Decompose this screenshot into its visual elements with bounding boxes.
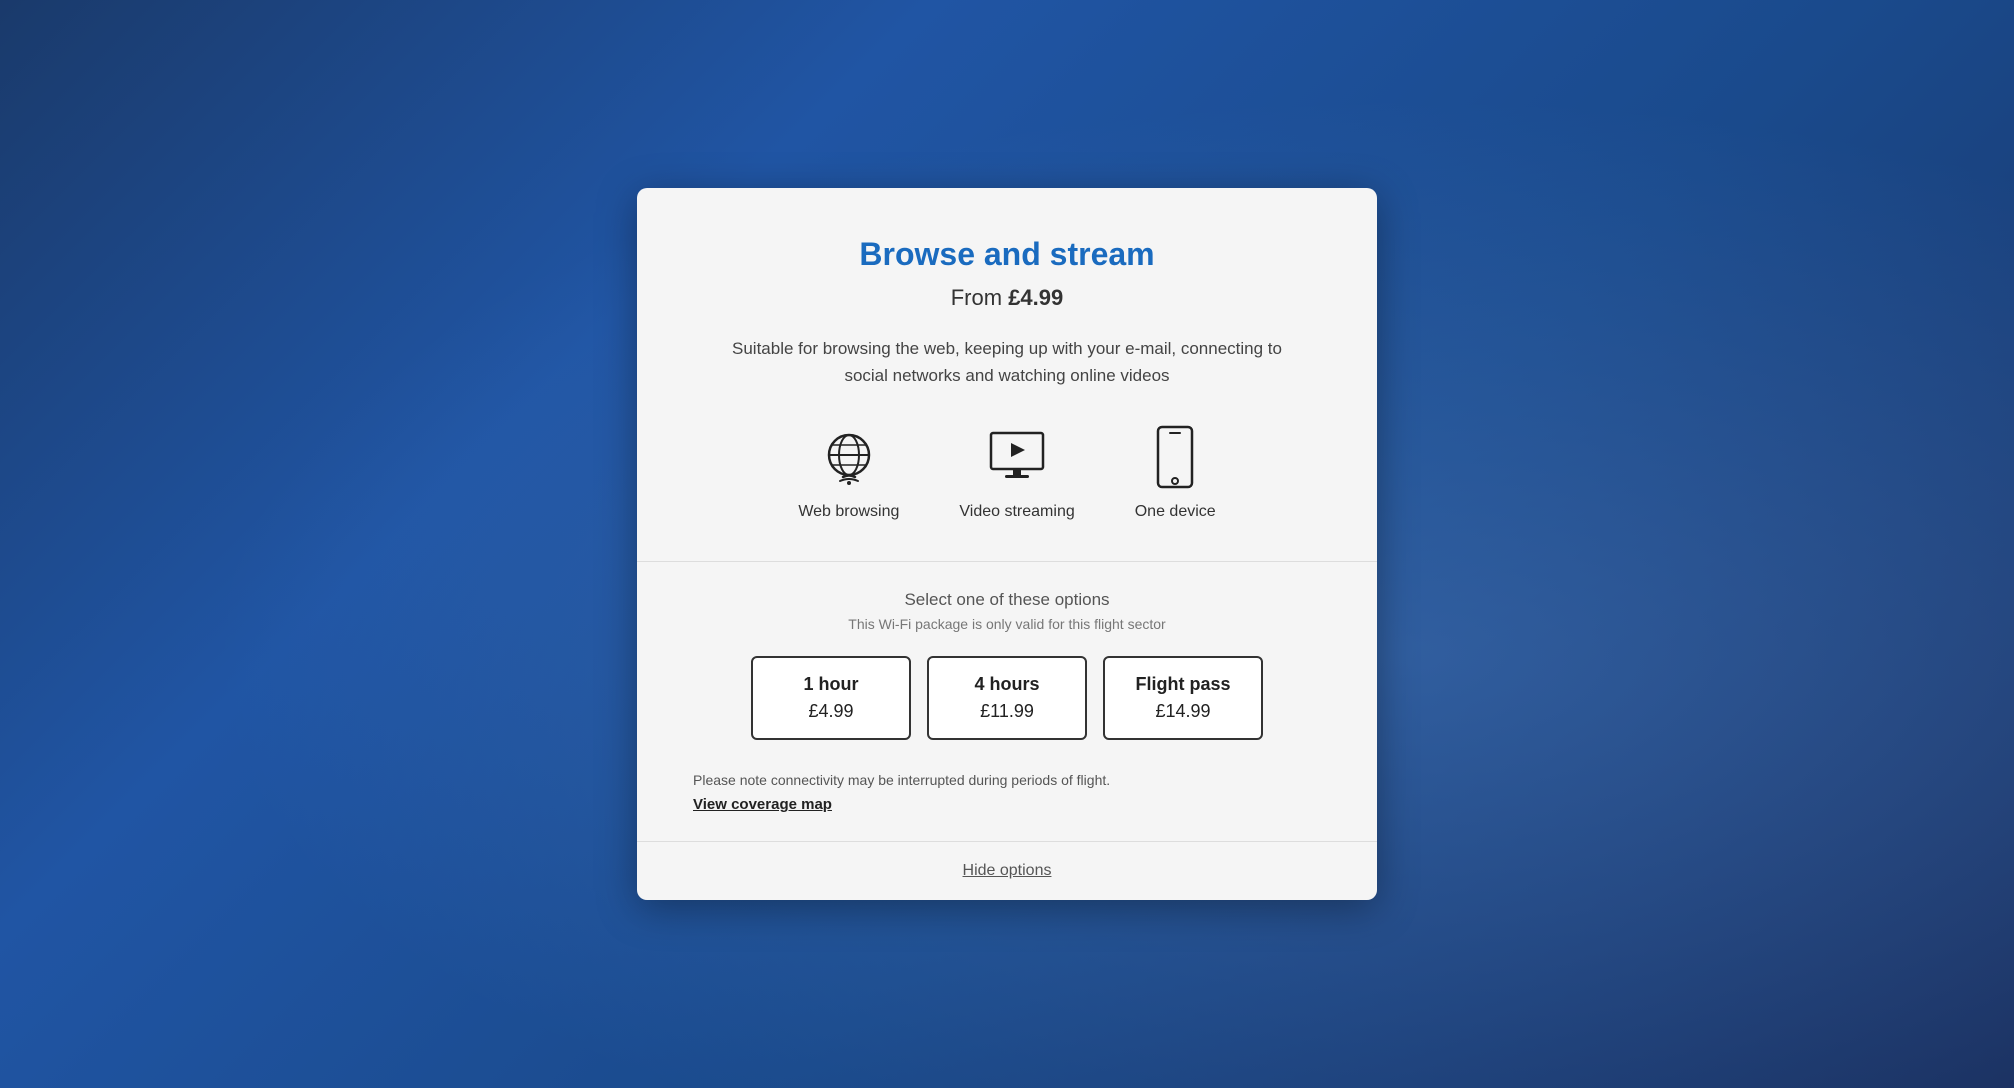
device-icon	[1143, 425, 1207, 489]
hide-options-link[interactable]: Hide options	[963, 862, 1052, 879]
option-4hours[interactable]: 4 hours £11.99	[927, 656, 1087, 740]
feature-video-streaming: Video streaming	[959, 425, 1074, 521]
select-sublabel: This Wi-Fi package is only valid for thi…	[693, 616, 1321, 632]
price-value: £4.99	[1008, 285, 1063, 310]
option-flight-pass-duration: Flight pass	[1135, 674, 1230, 695]
feature-web-browsing: Web browsing	[798, 425, 899, 521]
connectivity-note: Please note connectivity may be interrup…	[693, 772, 1321, 788]
modal-footer: Hide options	[637, 841, 1377, 900]
feature-one-device: One device	[1135, 425, 1216, 521]
option-flight-pass-price: £14.99	[1155, 701, 1210, 722]
modal-title: Browse and stream	[693, 236, 1321, 273]
video-icon	[985, 425, 1049, 489]
modal-price: From £4.99	[693, 285, 1321, 311]
browse-stream-modal: Browse and stream From £4.99 Suitable fo…	[637, 188, 1377, 900]
option-4hours-duration: 4 hours	[974, 674, 1039, 695]
modal-description: Suitable for browsing the web, keeping u…	[693, 335, 1321, 389]
coverage-map-link[interactable]: View coverage map	[693, 796, 832, 813]
options-row: 1 hour £4.99 4 hours £11.99 Flight pass …	[693, 656, 1321, 740]
option-flight-pass[interactable]: Flight pass £14.99	[1103, 656, 1263, 740]
select-label: Select one of these options	[693, 590, 1321, 610]
option-1hour-price: £4.99	[808, 701, 853, 722]
section-divider	[637, 561, 1377, 562]
price-prefix: From	[951, 285, 1008, 310]
one-device-label: One device	[1135, 503, 1216, 521]
video-streaming-label: Video streaming	[959, 503, 1074, 521]
option-1hour[interactable]: 1 hour £4.99	[751, 656, 911, 740]
web-browsing-label: Web browsing	[798, 503, 899, 521]
option-4hours-price: £11.99	[980, 701, 1034, 722]
option-1hour-duration: 1 hour	[803, 674, 858, 695]
wifi-icon	[817, 425, 881, 489]
features-row: Web browsing Video streaming	[693, 425, 1321, 521]
